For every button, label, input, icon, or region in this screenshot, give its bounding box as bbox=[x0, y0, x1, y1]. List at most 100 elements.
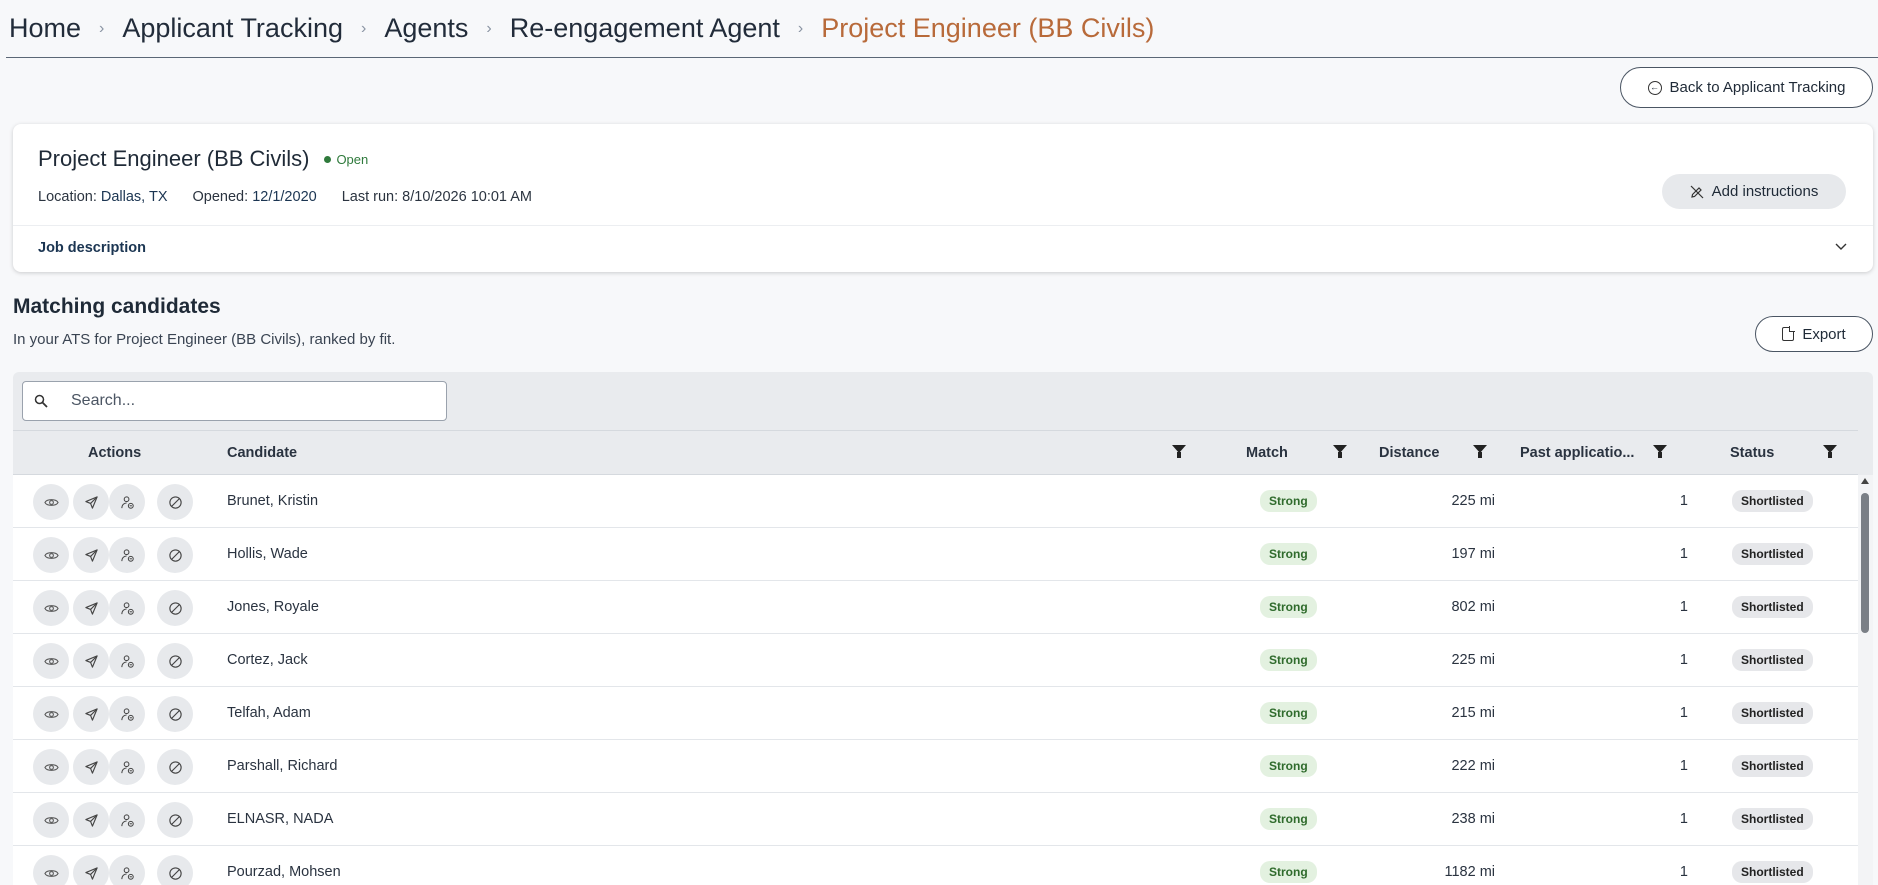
table-row[interactable]: ELNASR, NADA Strong 238 mi 1 Shortlisted bbox=[13, 793, 1858, 846]
block-icon[interactable] bbox=[157, 590, 193, 626]
breadcrumb-re-engagement-agent[interactable]: Re-engagement Agent bbox=[510, 13, 780, 44]
table-row[interactable]: Cortez, Jack Strong 225 mi 1 Shortlisted bbox=[13, 634, 1858, 687]
remove-candidate-icon[interactable] bbox=[109, 696, 145, 732]
past-applications-value: 1 bbox=[1679, 758, 1688, 774]
view-eye-icon[interactable] bbox=[33, 484, 69, 520]
candidate-name[interactable]: Cortez, Jack bbox=[227, 634, 308, 686]
distance-value: 222 mi bbox=[1451, 758, 1495, 774]
table-row[interactable]: Jones, Royale Strong 802 mi 1 Shortliste… bbox=[13, 581, 1858, 634]
status-label: Shortlisted bbox=[1732, 702, 1813, 724]
table-body: Brunet, Kristin Strong 225 mi 1 Shortlis… bbox=[13, 475, 1858, 885]
block-icon[interactable] bbox=[157, 484, 193, 520]
send-message-icon[interactable] bbox=[73, 749, 109, 785]
remove-candidate-icon[interactable] bbox=[109, 855, 145, 885]
add-instructions-button[interactable]: Add instructions bbox=[1662, 174, 1846, 209]
status-filter-icon[interactable] bbox=[1823, 445, 1837, 459]
view-eye-icon[interactable] bbox=[33, 696, 69, 732]
remove-candidate-icon[interactable] bbox=[109, 802, 145, 838]
block-icon[interactable] bbox=[157, 749, 193, 785]
view-eye-icon[interactable] bbox=[33, 855, 69, 885]
view-eye-icon[interactable] bbox=[33, 537, 69, 573]
send-message-icon[interactable] bbox=[73, 537, 109, 573]
match-badge: Strong bbox=[1260, 793, 1317, 845]
block-icon[interactable] bbox=[157, 802, 193, 838]
search-input[interactable] bbox=[59, 392, 446, 410]
block-icon[interactable] bbox=[157, 696, 193, 732]
column-actions: Actions bbox=[88, 445, 142, 461]
match-label: Strong bbox=[1260, 596, 1317, 618]
export-label: Export bbox=[1802, 325, 1846, 343]
column-match[interactable]: Match bbox=[1246, 431, 1288, 475]
breadcrumb-applicant-tracking[interactable]: Applicant Tracking bbox=[122, 13, 343, 44]
breadcrumb-agents[interactable]: Agents bbox=[384, 13, 468, 44]
breadcrumb-home[interactable]: Home bbox=[9, 13, 81, 44]
view-eye-icon[interactable] bbox=[33, 643, 69, 679]
candidate-name[interactable]: ELNASR, NADA bbox=[227, 793, 333, 845]
match-badge: Strong bbox=[1260, 846, 1317, 885]
match-label: Strong bbox=[1260, 808, 1317, 830]
location-label: Location: bbox=[38, 189, 97, 205]
table-row[interactable]: Telfah, Adam Strong 215 mi 1 Shortlisted bbox=[13, 687, 1858, 740]
remove-candidate-icon[interactable] bbox=[109, 590, 145, 626]
remove-candidate-icon[interactable] bbox=[109, 749, 145, 785]
candidate-name[interactable]: Brunet, Kristin bbox=[227, 475, 318, 527]
block-icon[interactable] bbox=[157, 855, 193, 885]
remove-candidate-icon[interactable] bbox=[109, 537, 145, 573]
candidate-name[interactable]: Hollis, Wade bbox=[227, 528, 308, 580]
past-applications-value: 1 bbox=[1679, 546, 1688, 562]
distance-value: 225 mi bbox=[1451, 493, 1495, 509]
send-message-icon[interactable] bbox=[73, 590, 109, 626]
chevron-right-icon: › bbox=[486, 20, 492, 37]
send-message-icon[interactable] bbox=[73, 696, 109, 732]
column-candidate[interactable]: Candidate bbox=[227, 431, 297, 475]
past-applications-filter-icon[interactable] bbox=[1653, 445, 1667, 459]
scroll-up-arrow-icon[interactable] bbox=[1861, 478, 1869, 484]
table-header: Actions Candidate Match Distance Past ap… bbox=[13, 430, 1858, 475]
scrollbar-thumb[interactable] bbox=[1861, 493, 1869, 633]
view-eye-icon[interactable] bbox=[33, 749, 69, 785]
table-row[interactable]: Pourzad, Mohsen Strong 1182 mi 1 Shortli… bbox=[13, 846, 1858, 885]
past-applications-value: 1 bbox=[1679, 652, 1688, 668]
chevron-right-icon: › bbox=[99, 20, 105, 37]
chevron-right-icon: › bbox=[797, 20, 804, 37]
send-message-icon[interactable] bbox=[73, 643, 109, 679]
candidate-filter-icon[interactable] bbox=[1172, 445, 1186, 459]
send-message-icon[interactable] bbox=[73, 484, 109, 520]
matching-candidates-title: Matching candidates bbox=[13, 295, 221, 318]
column-past-applications[interactable]: Past applicatio... bbox=[1520, 431, 1634, 475]
block-icon[interactable] bbox=[157, 537, 193, 573]
view-eye-icon[interactable] bbox=[33, 802, 69, 838]
candidate-name[interactable]: Parshall, Richard bbox=[227, 740, 337, 792]
table-row[interactable]: Brunet, Kristin Strong 225 mi 1 Shortlis… bbox=[13, 475, 1858, 528]
distance-value: 215 mi bbox=[1451, 705, 1495, 721]
table-scrollbar[interactable] bbox=[1858, 475, 1873, 885]
remove-candidate-icon[interactable] bbox=[109, 484, 145, 520]
candidate-name[interactable]: Pourzad, Mohsen bbox=[227, 846, 341, 885]
remove-candidate-icon[interactable] bbox=[109, 643, 145, 679]
chevron-right-icon: › bbox=[360, 20, 367, 37]
export-button[interactable]: Export bbox=[1755, 316, 1873, 352]
back-to-applicant-tracking-button[interactable]: ← Back to Applicant Tracking bbox=[1620, 67, 1873, 108]
chevron-down-icon[interactable] bbox=[1835, 238, 1847, 254]
view-eye-icon[interactable] bbox=[33, 590, 69, 626]
job-description-toggle[interactable]: Job description bbox=[38, 240, 146, 256]
block-icon[interactable] bbox=[157, 643, 193, 679]
distance-value: 197 mi bbox=[1451, 546, 1495, 562]
distance-filter-icon[interactable] bbox=[1473, 445, 1487, 459]
candidate-name[interactable]: Telfah, Adam bbox=[227, 687, 311, 739]
status-badge: Shortlisted bbox=[1732, 793, 1813, 845]
candidate-name[interactable]: Jones, Royale bbox=[227, 581, 319, 633]
match-filter-icon[interactable] bbox=[1333, 445, 1347, 459]
match-label: Strong bbox=[1260, 861, 1317, 883]
table-row[interactable]: Hollis, Wade Strong 197 mi 1 Shortlisted bbox=[13, 528, 1858, 581]
column-distance[interactable]: Distance bbox=[1379, 431, 1439, 475]
matching-candidates-subtitle: In your ATS for Project Engineer (BB Civ… bbox=[13, 331, 396, 348]
distance-value: 238 mi bbox=[1451, 811, 1495, 827]
send-message-icon[interactable] bbox=[73, 802, 109, 838]
table-row[interactable]: Parshall, Richard Strong 222 mi 1 Shortl… bbox=[13, 740, 1858, 793]
status-label: Shortlisted bbox=[1732, 808, 1813, 830]
send-message-icon[interactable] bbox=[73, 855, 109, 885]
column-status[interactable]: Status bbox=[1730, 431, 1774, 475]
status-badge: Shortlisted bbox=[1732, 740, 1813, 792]
match-label: Strong bbox=[1260, 755, 1317, 777]
